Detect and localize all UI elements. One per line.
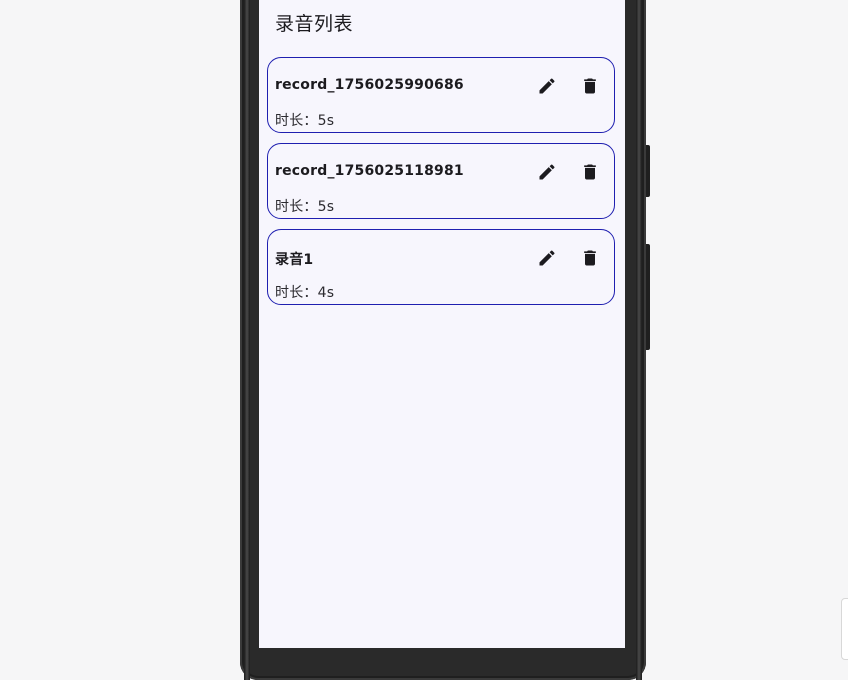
power-button — [646, 244, 650, 350]
recording-card[interactable]: record_1756025990686 时长：5s — [267, 57, 615, 133]
recording-duration: 时长：5s — [275, 199, 335, 215]
pencil-icon — [539, 164, 555, 180]
delete-button[interactable] — [576, 244, 604, 272]
page-title: 录音列表 — [275, 13, 354, 35]
recording-card[interactable]: record_1756025118981 时长：5s — [267, 143, 615, 219]
delete-button[interactable] — [576, 158, 604, 186]
trash-icon — [584, 164, 596, 180]
volume-button — [646, 145, 650, 197]
edit-button[interactable] — [533, 244, 561, 272]
recording-card[interactable]: 录音1 时长：4s — [267, 229, 615, 305]
pencil-icon — [539, 250, 555, 266]
corner-widget[interactable] — [841, 598, 848, 660]
edit-button[interactable] — [533, 158, 561, 186]
recording-name: record_1756025990686 — [275, 77, 464, 93]
edit-button[interactable] — [533, 72, 561, 100]
recording-name: 录音1 — [275, 252, 314, 268]
recording-duration: 时长：4s — [275, 285, 335, 301]
recording-duration: 时长：5s — [275, 113, 335, 129]
trash-icon — [584, 78, 596, 94]
pencil-icon — [539, 78, 555, 94]
delete-button[interactable] — [576, 72, 604, 100]
trash-icon — [584, 250, 596, 266]
app-screen: 录音列表 record_1756025990686 时长：5s record_1… — [259, 0, 625, 648]
recording-name: record_1756025118981 — [275, 163, 464, 179]
